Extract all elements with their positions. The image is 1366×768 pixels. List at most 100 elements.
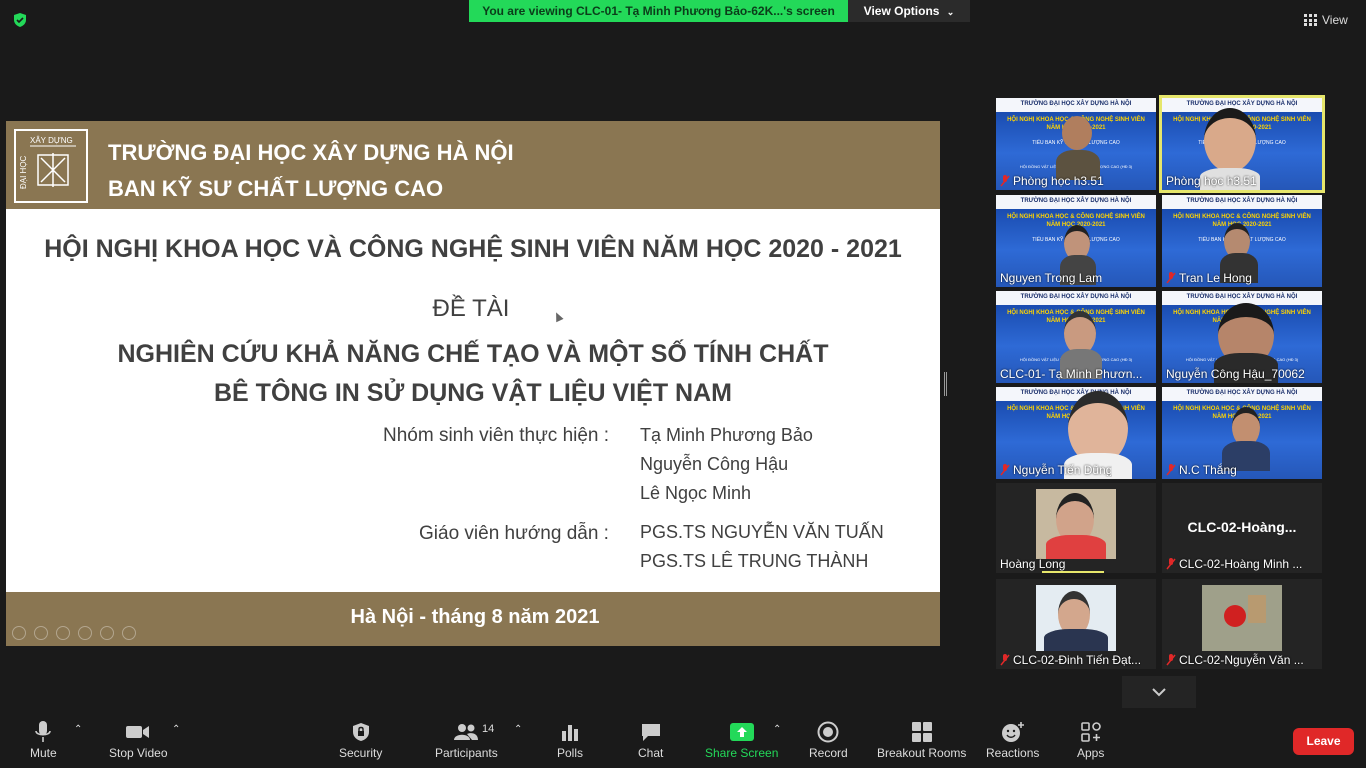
participant-tile[interactable]: TRƯỜNG ĐẠI HỌC XÂY DỰNG HÀ NỘI HỘI NGHỊ … bbox=[996, 291, 1156, 383]
participant-name: CLC-02-Đinh Tiến Đạt... bbox=[1000, 653, 1141, 667]
apps-label: Apps bbox=[1077, 746, 1105, 760]
security-button[interactable]: Security bbox=[339, 720, 382, 760]
apps-button[interactable]: Apps bbox=[1077, 720, 1104, 760]
participant-name: Nguyễn Công Hậu_70062 bbox=[1166, 367, 1305, 381]
muted-mic-icon bbox=[1000, 464, 1010, 476]
top-bar: You are viewing CLC-01- Tạ Minh Phương B… bbox=[0, 0, 1366, 40]
video-camera-icon bbox=[126, 726, 150, 738]
mute-button[interactable]: Mute bbox=[30, 720, 57, 760]
share-screen-button[interactable]: Share Screen bbox=[705, 720, 778, 760]
viewing-screen-banner: You are viewing CLC-01- Tạ Minh Phương B… bbox=[469, 0, 848, 22]
share-screen-arrow-icon bbox=[729, 723, 754, 741]
pen-icon[interactable] bbox=[56, 626, 70, 640]
participants-label: Participants bbox=[435, 746, 498, 760]
conference-title: HỘI NGHỊ KHOA HỌC VÀ CÔNG NGHỆ SINH VIÊN… bbox=[44, 235, 902, 263]
chevron-down-icon bbox=[1152, 688, 1166, 697]
breakout-rooms-button[interactable]: Breakout Rooms bbox=[877, 720, 966, 760]
tile-slide-text: TRƯỜNG ĐẠI HỌC XÂY DỰNG HÀ NỘI bbox=[1186, 294, 1298, 300]
tile-slide-text: TRƯỜNG ĐẠI HỌC XÂY DỰNG HÀ NỘI bbox=[1186, 198, 1298, 204]
advisor-name: PGS.TS LÊ TRUNG THÀNH bbox=[640, 551, 869, 571]
participant-name: Hoàng Long bbox=[1000, 557, 1066, 571]
participant-name: Nguyễn Tiến Dũng bbox=[1000, 463, 1112, 477]
encryption-shield-icon[interactable] bbox=[12, 12, 28, 28]
tile-slide-text: TRƯỜNG ĐẠI HỌC XÂY DỰNG HÀ NỘI bbox=[1186, 101, 1298, 107]
previous-slide-icon[interactable] bbox=[12, 626, 26, 640]
meeting-toolbar: Mute ⌃ Stop Video ⌃ Security Participant… bbox=[0, 712, 1366, 768]
participant-name-placeholder: CLC-02-Hoàng... bbox=[1187, 519, 1297, 535]
zoom-icon[interactable] bbox=[100, 626, 114, 640]
leave-meeting-button[interactable]: Leave bbox=[1293, 728, 1354, 755]
participant-tile[interactable]: CLC-02-Nguyễn Văn ... bbox=[1162, 579, 1322, 669]
participants-options-caret[interactable]: ⌃ bbox=[514, 724, 522, 735]
slide-controls bbox=[12, 626, 136, 640]
student-name: Tạ Minh Phương Bảo bbox=[640, 425, 813, 445]
participant-tile[interactable]: TRƯỜNG ĐẠI HỌC XÂY DỰNG HÀ NỘI HỘI NGHỊ … bbox=[1162, 291, 1322, 383]
students-list: Tạ Minh Phương Bảo Nguyễn Công Hậu Lê Ng… bbox=[640, 421, 813, 508]
participant-name: N.C Thắng bbox=[1166, 463, 1237, 477]
muted-mic-icon bbox=[1166, 272, 1176, 284]
participant-tile[interactable]: TRƯỜNG ĐẠI HỌC XÂY DỰNG HÀ NỘI HỘI NGHỊ … bbox=[996, 98, 1156, 190]
muted-mic-icon bbox=[1000, 175, 1010, 187]
reactions-smiley-icon bbox=[1001, 722, 1024, 742]
more-options-icon[interactable] bbox=[122, 626, 136, 640]
tile-slide-text: TRƯỜNG ĐẠI HỌC XÂY DỰNG HÀ NỘI bbox=[1020, 101, 1132, 107]
record-icon bbox=[817, 721, 839, 743]
participant-name: CLC-01- Tạ Minh Phươn... bbox=[1000, 367, 1143, 381]
advisors-list: PGS.TS NGUYỄN VĂN TUẤN PGS.TS LÊ TRUNG T… bbox=[640, 518, 884, 576]
share-options-caret[interactable]: ⌃ bbox=[773, 724, 781, 735]
muted-mic-icon bbox=[1166, 464, 1176, 476]
reactions-button[interactable]: Reactions bbox=[986, 720, 1039, 760]
svg-text:ĐẠI HỌC: ĐẠI HỌC bbox=[19, 155, 28, 189]
tile-slide-text: TRƯỜNG ĐẠI HỌC XÂY DỰNG HÀ NỘI bbox=[1020, 198, 1132, 204]
security-label: Security bbox=[339, 746, 383, 760]
view-options-button[interactable]: View Options ⌄ bbox=[848, 0, 970, 22]
topic-line-2: BÊ TÔNG IN SỬ DỤNG VẬT LIỆU VIỆT NAM bbox=[214, 379, 732, 407]
participant-tile[interactable]: CLC-02-Hoàng... CLC-02-Hoàng Minh ... bbox=[1162, 483, 1322, 573]
participant-tile-active-speaker[interactable]: TRƯỜNG ĐẠI HỌC XÂY DỰNG HÀ NỘI HỘI NGHỊ … bbox=[1159, 95, 1325, 193]
slides-grid-icon[interactable] bbox=[78, 626, 92, 640]
participant-name: CLC-02-Hoàng Minh ... bbox=[1166, 557, 1302, 571]
tile-slide-text: TRƯỜNG ĐẠI HỌC XÂY DỰNG HÀ NỘI bbox=[1186, 390, 1298, 396]
tile-slide-text: TRƯỜNG ĐẠI HỌC XÂY DỰNG HÀ NỘI bbox=[1020, 294, 1132, 300]
microphone-icon bbox=[35, 721, 52, 742]
topic-label: ĐỀ TÀI bbox=[432, 295, 510, 322]
mute-label: Mute bbox=[30, 746, 57, 760]
polls-label: Polls bbox=[557, 746, 584, 760]
svg-text:XÂY DỰNG: XÂY DỰNG bbox=[30, 136, 73, 145]
school-name: TRƯỜNG ĐẠI HỌC XÂY DỰNG HÀ NỘI BAN KỸ SƯ… bbox=[108, 135, 514, 207]
video-options-caret[interactable]: ⌃ bbox=[172, 724, 180, 735]
gallery-next-page-button[interactable] bbox=[1122, 676, 1196, 708]
participant-tile[interactable]: CLC-02-Đinh Tiến Đạt... bbox=[996, 579, 1156, 669]
chat-button[interactable]: Chat bbox=[638, 720, 663, 760]
panel-splitter-handle[interactable] bbox=[944, 372, 947, 396]
topic-title: NGHIÊN CỨU KHẢ NĂNG CHẾ TẠO VÀ MỘT SỐ TÍ… bbox=[6, 335, 940, 413]
participant-tile[interactable]: TRƯỜNG ĐẠI HỌC XÂY DỰNG HÀ NỘI HỘI NGHỊ … bbox=[1162, 387, 1322, 479]
participant-tile[interactable]: TRƯỜNG ĐẠI HỌC XÂY DỰNG HÀ NỘI HỘI NGHỊ … bbox=[996, 195, 1156, 287]
participants-icon bbox=[454, 724, 479, 740]
school-name-line2: BAN KỸ SƯ CHẤT LƯỢNG CAO bbox=[108, 176, 444, 201]
topic-line-1: NGHIÊN CỨU KHẢ NĂNG CHẾ TẠO VÀ MỘT SỐ TÍ… bbox=[117, 340, 829, 368]
next-slide-icon[interactable] bbox=[34, 626, 48, 640]
audio-options-caret[interactable]: ⌃ bbox=[74, 724, 82, 735]
participant-tile[interactable]: TRƯỜNG ĐẠI HỌC XÂY DỰNG HÀ NỘI HỘI NGHỊ … bbox=[1162, 195, 1322, 287]
participant-video bbox=[1036, 585, 1116, 651]
polls-chart-icon bbox=[562, 725, 578, 741]
shared-screen-slide: XÂY DỰNG ĐẠI HỌC TRƯỜNG ĐẠI HỌC XÂY DỰNG… bbox=[6, 121, 940, 646]
muted-mic-icon bbox=[1166, 654, 1176, 666]
participant-tile[interactable]: Hoàng Long bbox=[996, 483, 1156, 573]
advisor-name: PGS.TS NGUYỄN VĂN TUẤN bbox=[640, 522, 884, 542]
chat-label: Chat bbox=[638, 746, 664, 760]
student-name: Lê Ngọc Minh bbox=[640, 483, 752, 503]
advisors-label: Giáo viên hướng dẫn : bbox=[419, 523, 609, 544]
slide-footer-text: Hà Nội - tháng 8 năm 2021 bbox=[350, 606, 600, 628]
participant-name: Phòng học h3.51 bbox=[1000, 174, 1104, 188]
view-layout-button[interactable]: View bbox=[1304, 11, 1348, 29]
stop-video-button[interactable]: Stop Video bbox=[109, 720, 168, 760]
participants-count: 14 bbox=[482, 723, 495, 735]
slide-footer: Hà Nội - tháng 8 năm 2021 bbox=[6, 592, 940, 646]
record-button[interactable]: Record bbox=[809, 720, 848, 760]
participant-tile[interactable]: TRƯỜNG ĐẠI HỌC XÂY DỰNG HÀ NỘI HỘI NGHỊ … bbox=[996, 387, 1156, 479]
participant-video bbox=[1036, 489, 1116, 559]
student-name: Nguyễn Công Hậu bbox=[640, 454, 789, 474]
polls-button[interactable]: Polls bbox=[557, 720, 583, 760]
